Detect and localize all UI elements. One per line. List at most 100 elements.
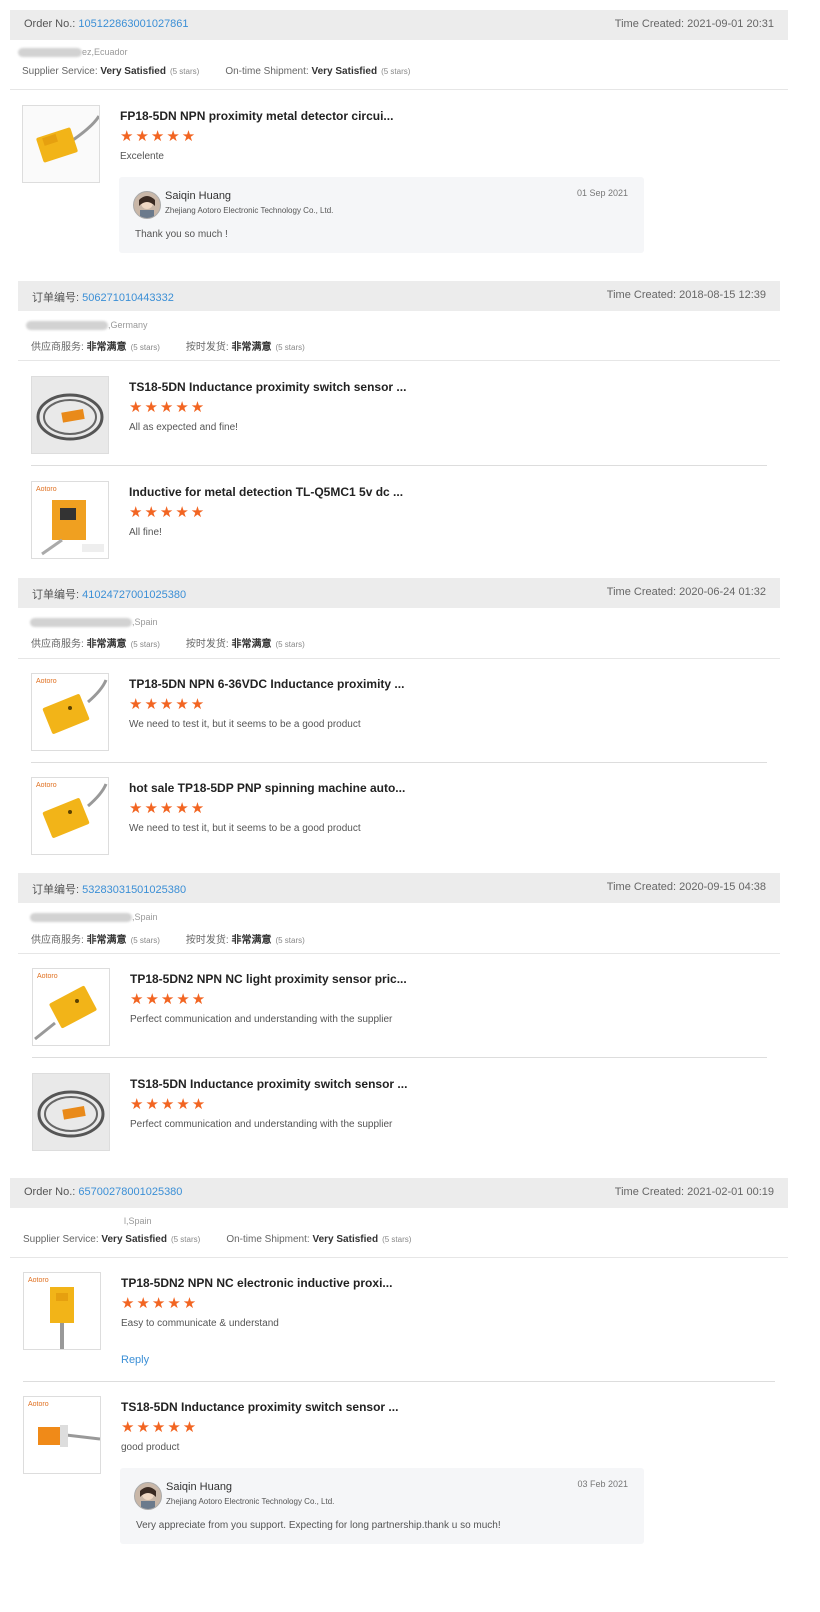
reply-company: Zhejiang Aotoro Electronic Technology Co… xyxy=(166,1497,335,1506)
shipment-label: 按时发货: xyxy=(185,935,229,946)
supplier-service-value: 非常满意 xyxy=(86,342,127,353)
sensor-coil-image xyxy=(32,377,108,453)
divider xyxy=(18,360,780,361)
product-title[interactable]: TS18-5DN Inductance proximity switch sen… xyxy=(129,380,406,394)
order-number-link[interactable]: 506271010443332 xyxy=(82,292,174,304)
rating-stars: ★★★★★ xyxy=(129,800,207,817)
divider xyxy=(18,658,780,659)
order-ratings: 供应商服务: 非常满意 (5 stars) 按时发货: 非常满意 (5 stars) xyxy=(31,931,305,946)
order-time: Time Created: 2020-09-15 04:38 xyxy=(606,881,766,893)
shipment-value: 非常满意 xyxy=(231,342,272,353)
product-thumbnail[interactable]: Aotoro xyxy=(31,673,109,751)
rating-stars: ★★★★★ xyxy=(130,991,208,1008)
product-title[interactable]: TS18-5DN Inductance proximity switch sen… xyxy=(130,1077,407,1091)
reply-author: Saiqin Huang xyxy=(166,1481,233,1493)
supplier-service-stars: (5 stars) xyxy=(130,936,160,945)
buyer-info: l,Spain xyxy=(124,1216,152,1226)
product-title[interactable]: TP18-5DN2 NPN NC electronic inductive pr… xyxy=(121,1276,392,1290)
divider xyxy=(18,953,780,954)
review-item: TS18-5DN Inductance proximity switch sen… xyxy=(31,376,731,456)
shipment-label: On-time Shipment: xyxy=(225,66,309,77)
order-number-link[interactable]: 53283031501025380 xyxy=(82,884,186,896)
rating-stars: ★★★★★ xyxy=(121,1295,199,1312)
product-title[interactable]: FP18-5DN NPN proximity metal detector ci… xyxy=(120,109,393,123)
order-header: 订单编号: 506271010443332 Time Created: 2018… xyxy=(18,281,780,311)
rating-stars: ★★★★★ xyxy=(121,1419,199,1436)
review-comment: Perfect communication and understanding … xyxy=(130,1119,393,1130)
order-time: Time Created: 2021-09-01 20:31 xyxy=(614,18,774,30)
order-time: Time Created: 2021-02-01 00:19 xyxy=(614,1186,774,1198)
seller-reply: Saiqin Huang Zhejiang Aotoro Electronic … xyxy=(120,1468,644,1544)
order-number-link[interactable]: 41024727001025380 xyxy=(82,589,186,601)
rating-stars: ★★★★★ xyxy=(120,128,198,145)
reply-date: 01 Sep 2021 xyxy=(576,188,628,198)
buyer-country: ez,Ecuador xyxy=(82,47,128,57)
item-divider xyxy=(32,1057,767,1058)
order-number-link[interactable]: 65700278001025380 xyxy=(78,1186,182,1198)
brand-logo: Aotoro xyxy=(28,1401,49,1408)
review-comment: All as expected and fine! xyxy=(129,422,238,433)
product-thumbnail[interactable]: Aotoro xyxy=(32,968,110,1046)
review-comment: Excelente xyxy=(120,151,164,162)
review-comment: Perfect communication and understanding … xyxy=(130,1014,393,1025)
order-header: 订单编号: 53283031501025380 Time Created: 20… xyxy=(18,873,780,903)
rating-stars: ★★★★★ xyxy=(129,399,207,416)
product-title[interactable]: Inductive for metal detection TL-Q5MC1 5… xyxy=(129,485,403,499)
buyer-name-blurred xyxy=(30,913,132,923)
supplier-service-stars: (5 stars) xyxy=(170,1235,201,1244)
order-ratings: 供应商服务: 非常满意 (5 stars) 按时发货: 非常满意 (5 stars) xyxy=(31,338,305,353)
shipment-value: 非常满意 xyxy=(231,639,272,650)
brand-logo: Aotoro xyxy=(36,782,57,789)
product-thumbnail[interactable]: Aotoro xyxy=(23,1396,101,1474)
review-item: Aotoro TP18-5DN2 NPN NC electronic induc… xyxy=(23,1272,723,1372)
product-thumbnail[interactable]: Aotoro xyxy=(31,481,109,559)
avatar xyxy=(133,191,161,219)
product-title[interactable]: hot sale TP18-5DP PNP spinning machine a… xyxy=(129,781,405,795)
reply-link[interactable]: Reply xyxy=(121,1354,149,1366)
order-number-label: 订单编号: xyxy=(32,589,80,601)
product-title[interactable]: TP18-5DN2 NPN NC light proximity sensor … xyxy=(130,972,407,986)
shipment-value: 非常满意 xyxy=(231,935,272,946)
product-thumbnail[interactable]: Aotoro xyxy=(31,777,109,855)
order-header: Order No.: 105122863001027861 Time Creat… xyxy=(10,10,788,40)
buyer-country: l,Spain xyxy=(124,1216,152,1226)
rating-stars: ★★★★★ xyxy=(129,504,207,521)
order-number: Order No.: 105122863001027861 xyxy=(24,18,189,30)
order-ratings: Supplier Service: Very Satisfied (5 stars… xyxy=(22,66,410,77)
order-number-label: Order No.: xyxy=(24,1186,76,1198)
rating-stars: ★★★★★ xyxy=(129,696,207,713)
shipment-stars: (5 stars) xyxy=(381,67,411,76)
product-title[interactable]: TS18-5DN Inductance proximity switch sen… xyxy=(121,1400,398,1414)
sensor-image: Aotoro xyxy=(32,482,108,558)
buyer-name-blurred xyxy=(26,321,108,331)
reply-company: Zhejiang Aotoro Electronic Technology Co… xyxy=(165,206,334,215)
review-comment: Easy to communicate & understand xyxy=(121,1318,279,1329)
supplier-service-stars: (5 stars) xyxy=(130,640,160,649)
product-thumbnail[interactable] xyxy=(31,376,109,454)
sensor-image: Aotoro xyxy=(33,969,109,1045)
seller-reply: Saiqin Huang Zhejiang Aotoro Electronic … xyxy=(119,177,644,253)
order-time: Time Created: 2018-08-15 12:39 xyxy=(606,289,766,301)
supplier-service-value: Very Satisfied xyxy=(100,66,166,77)
order-number-link[interactable]: 105122863001027861 xyxy=(78,18,188,30)
reply-text: Thank you so much ! xyxy=(135,229,228,240)
order-header: 订单编号: 41024727001025380 Time Created: 20… xyxy=(18,578,780,608)
buyer-info: ,Spain xyxy=(30,912,158,923)
review-comment: All fine! xyxy=(129,527,162,538)
sensor-image: Aotoro xyxy=(32,778,108,854)
supplier-service-value: 非常满意 xyxy=(86,935,127,946)
supplier-service-value: Very Satisfied xyxy=(101,1234,167,1245)
product-title[interactable]: TP18-5DN NPN 6-36VDC Inductance proximit… xyxy=(129,677,404,691)
rating-stars: ★★★★★ xyxy=(130,1096,208,1113)
supplier-service-label: Supplier Service: xyxy=(22,66,98,77)
order-header: Order No.: 65700278001025380 Time Create… xyxy=(10,1178,788,1208)
buyer-name-blurred xyxy=(18,48,82,58)
sensor-image: Aotoro xyxy=(24,1397,100,1473)
order-number: 订单编号: 506271010443332 xyxy=(32,289,174,305)
order-ratings: 供应商服务: 非常满意 (5 stars) 按时发货: 非常满意 (5 stars) xyxy=(31,635,305,650)
buyer-country: ,Spain xyxy=(132,912,158,922)
product-thumbnail[interactable] xyxy=(32,1073,110,1151)
review-item: Aotoro TP18-5DN2 NPN NC light proximity … xyxy=(32,968,732,1048)
product-thumbnail[interactable]: Aotoro xyxy=(23,1272,101,1350)
product-thumbnail[interactable] xyxy=(22,105,100,183)
